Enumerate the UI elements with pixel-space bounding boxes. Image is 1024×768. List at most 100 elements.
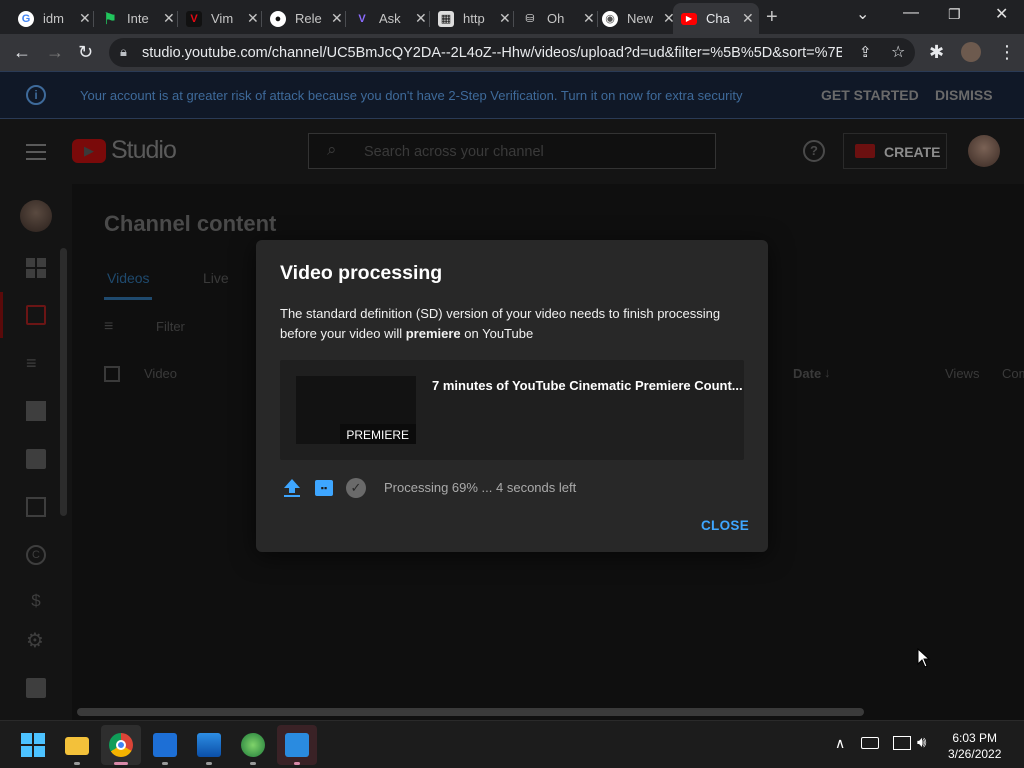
running-indicator: [206, 762, 212, 765]
analytics-icon[interactable]: [26, 401, 46, 421]
monetization-icon[interactable]: $: [26, 591, 46, 611]
clock-date: 3/26/2022: [948, 747, 1002, 761]
tab-live[interactable]: Live: [203, 270, 229, 286]
browser-tab[interactable]: ● Rele ✕: [262, 3, 346, 34]
message-emphasis: premiere: [405, 326, 461, 341]
feedback-icon[interactable]: [26, 678, 46, 698]
keyboard-icon[interactable]: [861, 737, 879, 749]
search-placeholder: Search across your channel: [364, 144, 544, 160]
close-tab-icon[interactable]: ✕: [247, 10, 259, 27]
windows-start-icon[interactable]: [21, 733, 45, 757]
video-camera-icon: [855, 144, 875, 158]
volume-icon[interactable]: 🔊︎: [917, 734, 926, 751]
playlists-icon[interactable]: ≡: [26, 353, 46, 373]
message-text-end: on YouTube: [460, 326, 534, 341]
upload-icon: [284, 479, 300, 497]
copyright-icon[interactable]: C: [26, 545, 46, 565]
info-icon: i: [26, 85, 46, 105]
horizontal-scrollbar[interactable]: [77, 708, 864, 716]
downloader-icon[interactable]: [241, 733, 265, 757]
file-explorer-icon[interactable]: [65, 737, 89, 755]
tab-title: New: [627, 11, 654, 26]
filter-input[interactable]: Filter: [156, 319, 185, 334]
tab-title: idm: [43, 11, 64, 26]
new-tab-button[interactable]: +: [766, 6, 778, 29]
close-tab-icon[interactable]: ✕: [79, 10, 91, 27]
address-bar[interactable]: 🔒︎ studio.youtube.com/channel/UC5BmJcQY2…: [109, 38, 915, 67]
restore-icon[interactable]: ❐: [948, 6, 961, 23]
column-comments: Com: [1002, 366, 1024, 381]
reload-icon[interactable]: ↻: [78, 42, 93, 63]
page-icon: ▦: [438, 10, 454, 27]
close-tab-icon[interactable]: ✕: [163, 10, 175, 27]
close-tab-icon[interactable]: ✕: [499, 10, 511, 27]
close-tab-icon[interactable]: ✕: [742, 10, 754, 27]
active-indicator: [0, 292, 3, 338]
vimeo-icon: V: [186, 10, 202, 27]
tab-videos[interactable]: Videos: [107, 270, 150, 286]
settings-gear-icon[interactable]: ⚙: [26, 631, 46, 651]
running-indicator: [162, 762, 168, 765]
create-label: CREATE: [884, 144, 941, 160]
windows-taskbar: ∧ 🔊︎ 6:03 PM 3/26/2022: [0, 720, 1024, 768]
studio-logo-text: Studio: [111, 136, 177, 164]
screen-recorder-icon[interactable]: [285, 733, 309, 757]
ask-icon: V: [358, 12, 366, 25]
flag-icon: ⚑: [102, 10, 118, 28]
subtitles-icon[interactable]: [26, 497, 46, 517]
chrome-taskbar-icon[interactable]: [109, 733, 133, 757]
profile-avatar[interactable]: [961, 42, 981, 62]
video-app-icon[interactable]: [153, 733, 177, 757]
create-button[interactable]: CREATE: [843, 133, 947, 169]
stack-icon: ⛁: [525, 13, 535, 25]
close-tab-icon[interactable]: ✕: [415, 10, 427, 27]
help-icon[interactable]: ?: [803, 140, 825, 162]
browser-tab[interactable]: ▦ http ✕: [430, 3, 514, 34]
sd-hd-icon: ▪▪: [315, 480, 333, 496]
browser-tab-active[interactable]: ▶ Cha ✕: [673, 3, 759, 34]
photos-icon[interactable]: [197, 733, 221, 757]
page-title: Channel content: [104, 211, 277, 236]
comments-icon[interactable]: [26, 449, 46, 469]
close-window-icon[interactable]: ✕: [995, 4, 1008, 24]
close-tab-icon[interactable]: ✕: [331, 10, 343, 27]
channel-avatar[interactable]: [20, 200, 52, 232]
bookmark-star-icon[interactable]: ☆: [891, 42, 905, 62]
video-card: PREMIERE 7 minutes of YouTube Cinematic …: [280, 360, 744, 460]
browser-tab[interactable]: ⛁ Oh ✕: [514, 3, 598, 34]
browser-tab[interactable]: ⚑ Inte ✕: [94, 3, 178, 34]
network-icon[interactable]: [893, 736, 911, 750]
menu-kebab-icon[interactable]: ⋮: [998, 42, 1016, 63]
get-started-button[interactable]: GET STARTED: [821, 87, 919, 103]
tab-search-icon[interactable]: ⌄: [856, 4, 869, 24]
browser-tab[interactable]: V Ask ✕: [346, 3, 430, 34]
browser-tab[interactable]: ◉ New ✕: [594, 3, 678, 34]
column-video: Video: [144, 366, 178, 381]
sidebar-scrollbar[interactable]: [60, 248, 67, 516]
dialog-title: Video processing: [280, 262, 443, 284]
dashboard-icon[interactable]: [26, 258, 46, 278]
back-icon[interactable]: ←: [13, 42, 31, 63]
sort-arrow-down-icon[interactable]: ↓: [824, 365, 831, 380]
chevron-up-icon[interactable]: ∧: [835, 735, 845, 752]
github-icon: ●: [270, 10, 286, 27]
filter-icon[interactable]: ≡: [104, 318, 113, 336]
browser-tab[interactable]: V Vim ✕: [178, 3, 262, 34]
close-tab-icon[interactable]: ✕: [583, 10, 595, 27]
browser-tab[interactable]: G idm ✕: [10, 3, 94, 34]
minimize-icon[interactable]: —: [903, 4, 919, 22]
channel-search-input[interactable]: ⌕ Search across your channel: [308, 133, 716, 169]
youtube-logo-icon[interactable]: ▶: [72, 139, 106, 163]
select-all-checkbox[interactable]: [104, 366, 120, 382]
dismiss-button[interactable]: DISMISS: [935, 87, 993, 103]
content-icon[interactable]: [26, 305, 46, 325]
system-clock[interactable]: 6:03 PM 3/26/2022: [948, 730, 1001, 762]
browser-tab-strip: G idm ✕ ⚑ Inte ✕ V Vim ✕ ● Rele ✕ V Ask …: [0, 0, 1024, 34]
extensions-icon[interactable]: ✱: [929, 42, 944, 63]
hamburger-menu-icon[interactable]: [26, 144, 46, 160]
forward-icon[interactable]: →: [46, 42, 64, 63]
share-icon[interactable]: ⇪: [859, 43, 872, 61]
close-button[interactable]: CLOSE: [701, 518, 749, 533]
column-date[interactable]: Date: [793, 366, 821, 381]
account-avatar[interactable]: [968, 135, 1000, 167]
